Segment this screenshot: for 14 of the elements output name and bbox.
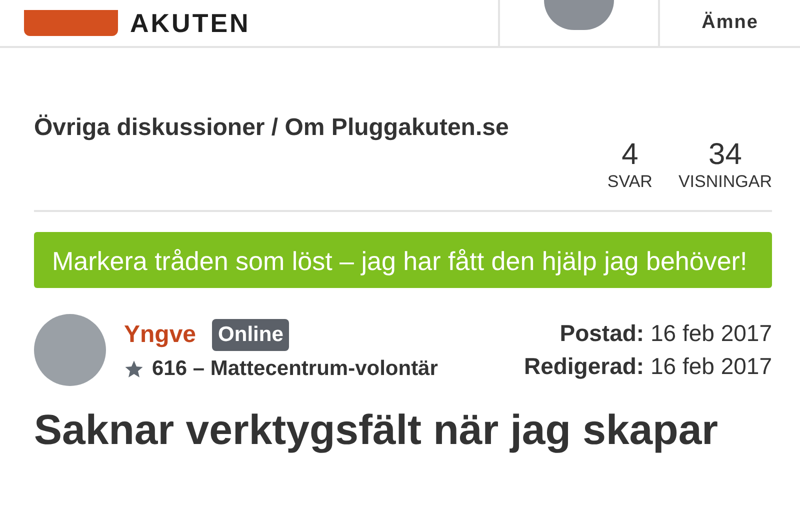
post-title: Saknar verktygsfält när jag skapar — [34, 406, 720, 454]
logo-text[interactable]: AKUTEN — [130, 8, 250, 38]
stat-label: VISNINGAR — [678, 172, 772, 192]
stat-label: SVAR — [607, 172, 652, 192]
stat-value: 4 — [622, 138, 638, 172]
topic-menu[interactable]: Ämne — [702, 12, 758, 34]
author-name[interactable]: Yngve — [124, 321, 196, 349]
post-date: Redigerad: 16 feb 2017 — [524, 353, 772, 380]
stat-value: 34 — [708, 138, 742, 172]
online-badge: Online — [212, 319, 290, 351]
post-date: Postad: 16 feb 2017 — [560, 320, 772, 347]
breadcrumb[interactable]: Övriga diskussioner / Om Pluggakuten.se — [34, 114, 509, 142]
star-icon — [124, 359, 144, 379]
author-rank: 616 – Mattecentrum-volontär — [152, 357, 438, 381]
